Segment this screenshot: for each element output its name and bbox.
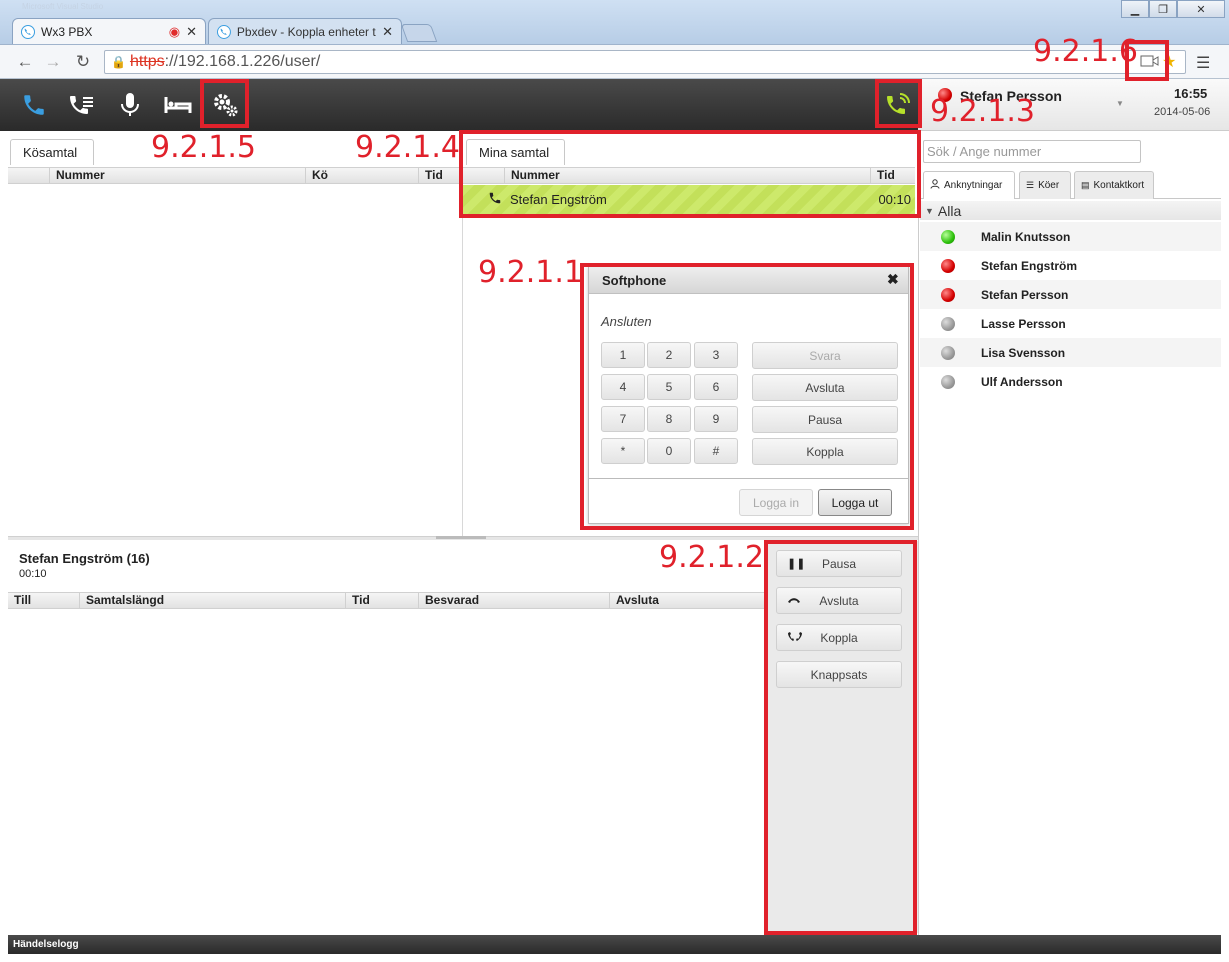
status-dot-busy (941, 258, 955, 273)
app-toolbar (0, 79, 918, 131)
annotation-label: 9.2.1.4 (355, 130, 460, 165)
queue-table-header: Nummer Kö Tid (8, 167, 462, 184)
forward-arrow-icon[interactable]: → (42, 52, 64, 72)
call-detail-duration: 00:10 (19, 568, 47, 580)
insecure-lock-icon: 🔒 (111, 55, 126, 69)
list-item[interactable]: Ulf Andersson (920, 367, 1221, 396)
tab-contact-cards-label: Kontaktkort (1093, 180, 1145, 191)
back-arrow-icon[interactable]: ← (14, 52, 36, 72)
annotation-label: 9.2.1.5 (151, 130, 256, 165)
annotation-label: 9.2.1.6 (1033, 34, 1138, 69)
status-dot-offline (941, 374, 955, 389)
browser-tab-inactive[interactable]: Pbxdev - Koppla enheter t ✕ (208, 18, 402, 44)
call-detail-title: Stefan Engström (16) (19, 551, 150, 566)
new-tab-button[interactable] (400, 24, 438, 42)
url-scheme: https (129, 53, 165, 70)
splitter-handle[interactable] (436, 536, 486, 539)
tab-queue-calls[interactable]: Kösamtal (10, 139, 94, 165)
list-item[interactable]: Lasse Persson (920, 309, 1221, 338)
url-path: ://192.168.1.226/user/ (164, 53, 321, 70)
list-item[interactable]: Stefan Persson (920, 280, 1221, 309)
column-header[interactable]: Nummer (50, 168, 306, 183)
column-header[interactable]: Tid (419, 168, 462, 183)
contact-name: Stefan Engström (981, 258, 1078, 273)
user-dropdown-icon[interactable]: ▼ (1116, 99, 1124, 108)
annotation-label: 9.2.1.1 (478, 255, 583, 290)
recording-icon: ◉ (168, 23, 181, 39)
bed-icon[interactable] (162, 89, 194, 121)
search-input[interactable]: Sök / Ange nummer (923, 140, 1141, 163)
close-tab-icon[interactable]: ✕ (382, 24, 393, 40)
contact-name: Ulf Andersson (981, 374, 1063, 389)
annotation-box-softphone-toggle (875, 79, 922, 128)
phone-favicon-icon (217, 24, 231, 39)
column-header[interactable]: Samtalslängd (80, 593, 346, 608)
user-icon (930, 179, 940, 192)
contact-name: Malin Knutsson (981, 229, 1071, 244)
column-header[interactable]: Till (8, 593, 80, 608)
tab-extensions-label: Anknytningar (944, 180, 1003, 191)
browser-tab-label: Wx3 PBX (41, 24, 93, 39)
status-dot-offline (941, 316, 955, 331)
browser-tab-active[interactable]: Wx3 PBX ◉ ✕ (12, 18, 206, 44)
contact-name: Lisa Svensson (981, 345, 1066, 360)
column-header[interactable]: Besvarad (419, 593, 610, 608)
list-item[interactable]: Stefan Engström (920, 251, 1221, 280)
background-window-title: Microsoft Visual Studio (22, 2, 104, 11)
restore-icon[interactable]: ❐ (1149, 0, 1177, 18)
tab-extensions[interactable]: Anknytningar (923, 171, 1015, 199)
annotation-box-softphone (580, 263, 914, 530)
column-header[interactable]: Avsluta (610, 593, 767, 608)
list-item[interactable]: Lisa Svensson (920, 338, 1221, 367)
tab-contact-cards[interactable]: ▤ Kontaktkort (1074, 171, 1154, 199)
list-item[interactable]: Malin Knutsson (920, 222, 1221, 251)
list-icon: ☰ (1026, 180, 1035, 190)
tab-queues[interactable]: ☰ Köer (1019, 171, 1071, 199)
collapse-triangle-icon: ▼ (925, 205, 934, 216)
status-dot-busy (941, 287, 955, 302)
phone-favicon-icon (21, 24, 35, 39)
call-detail-table-header: Till Samtalslängd Tid Besvarad Avsluta (8, 592, 767, 609)
tab-queues-label: Köer (1038, 180, 1060, 191)
reload-icon[interactable]: ↻ (72, 52, 94, 72)
menu-icon[interactable]: ☰ (1196, 53, 1210, 73)
close-tab-icon[interactable]: ✕ (186, 24, 197, 40)
clock-date: 2014-05-06 (1154, 106, 1211, 118)
phone-icon[interactable] (18, 89, 50, 121)
contact-name: Lasse Persson (981, 316, 1066, 331)
status-dot-offline (941, 345, 955, 360)
group-header-all[interactable]: ▼ Alla (920, 201, 1221, 220)
event-log-bar[interactable]: Händelselogg (8, 935, 1221, 954)
contact-card-icon: ▤ (1081, 180, 1090, 190)
annotation-box-settings (200, 79, 249, 128)
browser-tab-label: Pbxdev - Koppla enheter t (236, 24, 376, 39)
minimize-icon[interactable]: ▁ (1121, 0, 1149, 18)
queue-calls-panel: Kösamtal Nummer Kö Tid (0, 131, 463, 536)
annotation-box-call-actions (764, 540, 917, 935)
url-input[interactable]: 🔒 https://192.168.1.226/user/ ★ (104, 50, 1186, 74)
microphone-icon[interactable] (114, 89, 146, 121)
column-header[interactable]: Kö (306, 168, 419, 183)
close-window-icon[interactable]: ✕ (1177, 0, 1225, 18)
clock-time: 16:55 (1174, 86, 1208, 101)
group-label: Alla (937, 202, 962, 219)
contact-name: Stefan Persson (981, 287, 1069, 302)
status-dot-available (941, 229, 955, 244)
annotation-label: 9.2.1.3 (930, 94, 1035, 129)
annotation-label: 9.2.1.2 (659, 540, 764, 575)
call-list-icon[interactable] (66, 89, 98, 121)
annotation-box-my-calls (459, 130, 921, 218)
column-header[interactable]: Tid (346, 593, 419, 608)
